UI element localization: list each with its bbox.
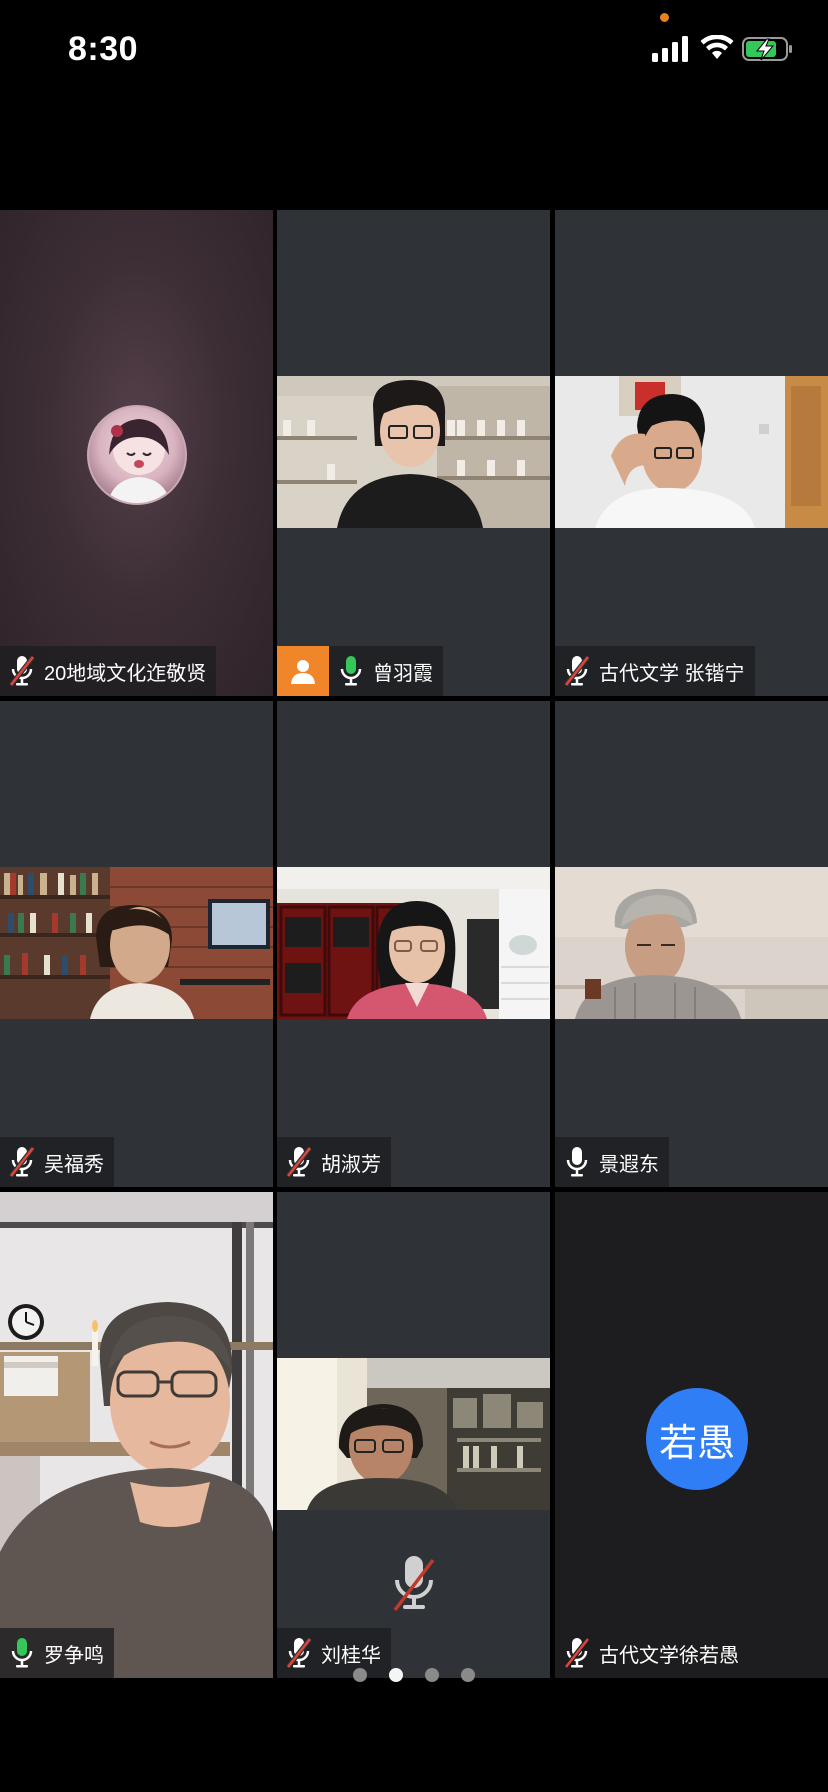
participant-tile[interactable]: 刘桂华 [277,1192,550,1678]
clock: 8:30 [68,30,139,68]
participant-tile[interactable]: 20地域文化迮敬贤 [0,210,273,696]
participant-tile[interactable]: 吴福秀 [0,701,273,1187]
page-dot[interactable] [461,1668,475,1682]
camera-indicator-dot [660,13,669,22]
participant-avatar [87,405,187,505]
page-indicator[interactable] [0,1668,828,1688]
mic-muted-icon [564,655,590,687]
participant-name: 吴福秀 [44,1153,104,1176]
participant-name: 曾羽霞 [373,662,433,685]
mic-muted-icon [393,1556,435,1612]
participant-name: 20地域文化迮敬贤 [44,662,207,685]
participant-video [555,376,828,528]
battery-charging-icon [742,37,792,61]
mic-active-icon [11,1638,33,1668]
mic-active-icon [340,656,362,686]
mic-muted-icon [9,655,35,687]
participant-video [0,867,273,1019]
participant-video [277,867,550,1019]
page-dot[interactable] [353,1668,367,1682]
participant-tile[interactable]: 曾羽霞 [277,210,550,696]
profile-badge [277,646,329,696]
participant-name-tag: 古代文学 张锴宁 [555,646,755,696]
wifi-icon [700,35,734,59]
page-dot-current[interactable] [389,1668,403,1682]
participant-name-tag: 20地域文化迮敬贤 [0,646,217,696]
person-icon [291,660,315,684]
participant-name-tag: 曾羽霞 [329,646,443,696]
participant-name: 景遐东 [599,1153,659,1176]
participant-tile[interactable]: 景遐东 [555,701,828,1187]
participant-name: 刘桂华 [321,1644,381,1667]
participant-video [555,867,828,1019]
participant-grid: 20地域文化迮敬贤 曾羽霞 古代文学 张锴宁 吴福秀 胡淑芳 景遐东 罗争鸣 刘… [0,210,828,1678]
participant-video [277,1358,550,1510]
participant-name: 古代文学 张锴宁 [599,662,745,685]
mic-active-icon [566,1147,588,1177]
mic-muted-icon [286,1637,312,1669]
participant-name-tag: 景遐东 [555,1137,669,1187]
status-bar: 8:30 [0,0,828,100]
mic-muted-icon [286,1146,312,1178]
participant-video [277,376,550,528]
participant-name: 罗争鸣 [44,1644,104,1667]
mic-muted-icon [9,1146,35,1178]
page-dot[interactable] [425,1668,439,1682]
participant-tile[interactable]: 若愚 古代文学徐若愚 [555,1192,828,1678]
participant-tile[interactable]: 古代文学 张锴宁 [555,210,828,696]
active-speaker-tile[interactable]: 罗争鸣 [0,1192,273,1678]
participant-name: 古代文学徐若愚 [599,1644,739,1667]
cellular-signal-icon [652,36,688,62]
participant-name-tag: 吴福秀 [0,1137,114,1187]
participant-tile[interactable]: 胡淑芳 [277,701,550,1187]
participant-initials-avatar: 若愚 [646,1388,748,1490]
participant-name: 胡淑芳 [321,1153,381,1176]
participant-video [0,1192,273,1678]
mic-muted-icon [564,1637,590,1669]
participant-name-tag: 胡淑芳 [277,1137,391,1187]
